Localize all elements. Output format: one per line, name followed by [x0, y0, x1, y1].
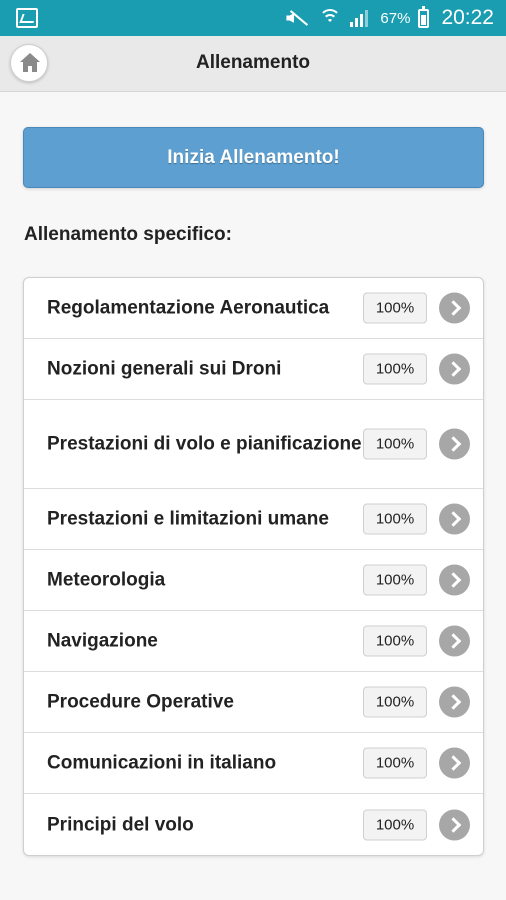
- chevron-right-icon: [439, 564, 470, 596]
- start-training-button[interactable]: Inizia Allenamento!: [23, 127, 484, 188]
- progress-badge: 100%: [363, 428, 427, 460]
- list-item-label: Prestazioni e limitazioni umane: [47, 508, 329, 530]
- list-item-comunicazioni[interactable]: Comunicazioni in italiano 100%: [24, 733, 483, 794]
- header-bar: Allenamento: [0, 36, 506, 92]
- list-item-meteorologia[interactable]: Meteorologia 100%: [24, 550, 483, 611]
- progress-badge: 100%: [363, 564, 427, 596]
- battery-percentage: 67%: [380, 9, 411, 27]
- chevron-right-icon: [439, 428, 470, 460]
- list-item-procedure-operative[interactable]: Procedure Operative 100%: [24, 672, 483, 733]
- status-icons: 67% 20:22: [284, 0, 494, 36]
- list-item-label: Principi del volo: [47, 814, 194, 835]
- progress-badge: 100%: [363, 353, 427, 385]
- page-title: Allenamento: [195, 52, 311, 73]
- list-item-label: Regolamentazione Aeronautica: [47, 297, 330, 319]
- progress-badge: 100%: [363, 625, 427, 657]
- clock: 20:22: [441, 6, 494, 29]
- list-item-label: Prestazioni di volo e pianificazione: [47, 433, 362, 455]
- list-item-principi-volo[interactable]: Principi del volo 100%: [24, 794, 483, 855]
- chevron-right-icon: [439, 503, 470, 535]
- wifi-icon: [318, 8, 342, 28]
- list-item-label: Meteorologia: [47, 569, 166, 591]
- chevron-right-icon: [439, 292, 470, 324]
- chevron-right-icon: [439, 747, 470, 779]
- signal-icon: [350, 9, 372, 27]
- progress-badge: 100%: [363, 292, 427, 324]
- status-bar: 67% 20:22: [0, 0, 506, 36]
- list-item-prestazioni-volo[interactable]: Prestazioni di volo e pianificazione 100…: [24, 400, 483, 489]
- chevron-right-icon: [439, 686, 470, 718]
- topic-list: Regolamentazione Aeronautica 100% Nozion…: [23, 277, 484, 856]
- chevron-right-icon: [439, 625, 470, 657]
- chevron-right-icon: [439, 353, 470, 385]
- chevron-right-icon: [439, 809, 470, 840]
- progress-badge: 100%: [363, 503, 427, 535]
- list-item-label: Navigazione: [47, 630, 158, 652]
- section-heading: Allenamento specifico:: [24, 224, 232, 245]
- list-item-label: Nozioni generali sui Droni: [47, 358, 282, 380]
- battery-icon: [418, 5, 430, 28]
- progress-badge: 100%: [363, 809, 427, 840]
- gallery-notification-icon: [16, 8, 38, 28]
- list-item-navigazione[interactable]: Navigazione 100%: [24, 611, 483, 672]
- mute-icon: [284, 9, 310, 27]
- list-item-regolamentazione[interactable]: Regolamentazione Aeronautica 100%: [24, 278, 483, 339]
- progress-badge: 100%: [363, 747, 427, 779]
- list-item-label: Comunicazioni in italiano: [47, 752, 277, 774]
- list-item-nozioni-droni[interactable]: Nozioni generali sui Droni 100%: [24, 339, 483, 400]
- list-item-limitazioni-umane[interactable]: Prestazioni e limitazioni umane 100%: [24, 489, 483, 550]
- list-item-label: Procedure Operative: [47, 691, 234, 713]
- progress-badge: 100%: [363, 686, 427, 718]
